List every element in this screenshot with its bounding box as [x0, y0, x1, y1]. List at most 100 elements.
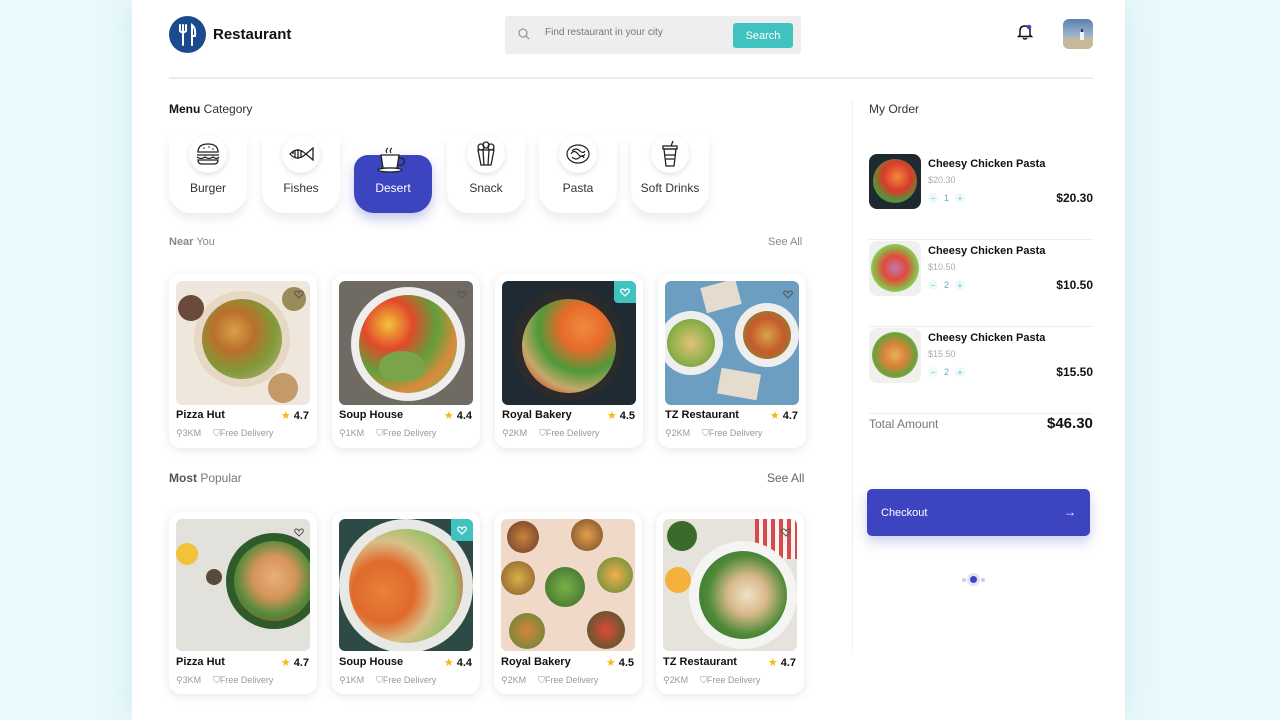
restaurant-meta: ⚲2KM ⛉Free Delivery — [502, 428, 600, 438]
star-icon: ★ — [280, 410, 291, 422]
category-pasta[interactable]: Pasta — [539, 135, 617, 213]
order-item-name: Cheesy Chicken Pasta — [928, 332, 1046, 344]
order-item-total: $10.50 — [1056, 278, 1093, 292]
restaurant-name: Royal Bakery — [502, 409, 572, 421]
favorite-heart-icon[interactable] — [778, 524, 794, 540]
user-avatar[interactable] — [1063, 19, 1093, 49]
quantity-stepper: − 2 + — [928, 280, 966, 290]
search-bar: Search — [505, 16, 801, 54]
restaurant-meta: ⚲3KM ⛉Free Delivery — [176, 428, 274, 438]
pagination-dot-active[interactable] — [970, 576, 977, 583]
restaurant-card[interactable]: TZ Restaurant ★ 4.7 ⚲2KM ⛉Free Delivery — [656, 512, 804, 694]
star-icon: ★ — [767, 657, 778, 669]
increase-quantity-button[interactable]: + — [955, 193, 966, 203]
burger-icon — [189, 135, 227, 173]
quantity-stepper: − 1 + — [928, 193, 966, 203]
most-popular-see-all-link[interactable]: See All — [767, 471, 804, 485]
total-amount-label: Total Amount — [869, 417, 939, 431]
arrow-right-icon: → — [1064, 505, 1076, 519]
favorite-heart-icon[interactable] — [291, 286, 307, 302]
order-item-thumbnail — [869, 154, 921, 209]
category-label: Fishes — [283, 181, 319, 195]
search-button[interactable]: Search — [733, 23, 793, 48]
restaurant-card[interactable]: Pizza Hut ★ 4.7 ⚲3KM ⛉Free Delivery — [169, 274, 317, 448]
order-item-quantity: 2 — [944, 280, 950, 290]
star-icon: ★ — [769, 410, 780, 422]
restaurant-rating: ★ 4.7 — [280, 657, 309, 669]
order-item-quantity: 1 — [944, 193, 950, 203]
restaurant-card[interactable]: Soup House ★ 4.4 ⚲1KM ⛉Free Delivery — [332, 512, 480, 694]
order-item-quantity: 2 — [944, 367, 950, 377]
search-input[interactable] — [545, 27, 725, 38]
order-item-unit-price: $15.50 — [928, 349, 956, 359]
order-item: Cheesy Chicken Pasta $20.30 − 1 + $20.30 — [869, 154, 1093, 240]
restaurant-name: Pizza Hut — [176, 409, 225, 421]
restaurant-name: TZ Restaurant — [665, 409, 739, 421]
near-you-see-all-link[interactable]: See All — [768, 236, 802, 248]
food-image — [501, 519, 635, 651]
restaurant-logo[interactable] — [169, 16, 206, 53]
category-label: Desert — [375, 181, 411, 195]
category-label: Soft Drinks — [640, 181, 700, 195]
category-fishes[interactable]: Fishes — [262, 135, 340, 213]
favorite-heart-icon[interactable] — [454, 286, 470, 302]
restaurant-card[interactable]: Soup House ★ 4.4 ⚲1KM ⛉Free Delivery — [332, 274, 480, 448]
total-amount-value: $46.30 — [1047, 415, 1093, 432]
star-icon: ★ — [606, 410, 617, 422]
pasta-icon — [559, 135, 597, 173]
pagination-dot[interactable] — [962, 577, 966, 582]
food-image — [339, 281, 473, 405]
decrease-quantity-button[interactable]: − — [928, 193, 938, 203]
restaurant-rating: ★ 4.5 — [605, 657, 634, 669]
order-item-unit-price: $20.30 — [928, 175, 956, 185]
decrease-quantity-button[interactable]: − — [928, 280, 938, 290]
food-image — [176, 519, 310, 651]
restaurant-card[interactable]: Royal Bakery ★ 4.5 ⚲2KM ⛉Free Delivery — [494, 512, 642, 694]
favorite-heart-icon[interactable] — [780, 286, 796, 302]
category-soft-drinks[interactable]: Soft Drinks — [631, 135, 709, 213]
restaurant-name: Pizza Hut — [176, 656, 225, 668]
restaurant-meta: ⚲2KM ⛉Free Delivery — [663, 675, 761, 685]
restaurant-meta: ⚲2KM ⛉Free Delivery — [501, 675, 599, 685]
star-icon: ★ — [443, 657, 454, 669]
pagination-dots — [962, 576, 985, 583]
order-item-total: $15.50 — [1056, 365, 1093, 379]
menu-category-title: Menu Category — [169, 102, 253, 116]
near-you-title: Near You — [169, 236, 215, 248]
restaurant-card[interactable]: Pizza Hut ★ 4.7 ⚲3KM ⛉Free Delivery — [169, 512, 317, 694]
fork-knife-icon — [178, 22, 196, 46]
category-desert[interactable]: Desert — [354, 147, 432, 213]
category-snack[interactable]: Snack — [447, 135, 525, 213]
restaurant-rating: ★ 4.4 — [443, 410, 472, 422]
favorite-heart-icon[interactable] — [291, 524, 307, 540]
order-item-total: $20.30 — [1056, 191, 1093, 205]
popcorn-icon — [467, 135, 505, 173]
category-burger[interactable]: Burger — [169, 135, 247, 213]
restaurant-card[interactable]: Royal Bakery ★ 4.5 ⚲2KM ⛉Free Delivery — [495, 274, 643, 448]
order-item-thumbnail — [869, 241, 921, 296]
checkout-button[interactable]: Checkout → — [867, 489, 1090, 536]
food-image — [665, 281, 799, 405]
category-label: Burger — [189, 181, 227, 195]
favorite-heart-icon[interactable] — [451, 519, 473, 541]
my-order-title: My Order — [869, 102, 920, 116]
notification-bell-icon[interactable] — [1017, 23, 1033, 41]
restaurant-rating: ★ 4.7 — [767, 657, 796, 669]
order-item-unit-price: $10.50 — [928, 262, 956, 272]
increase-quantity-button[interactable]: + — [955, 367, 966, 377]
order-item-thumbnail — [869, 328, 921, 383]
category-label: Snack — [469, 181, 503, 195]
order-item-name: Cheesy Chicken Pasta — [928, 245, 1046, 257]
restaurant-meta: ⚲2KM ⛉Free Delivery — [665, 428, 763, 438]
favorite-heart-icon[interactable] — [614, 281, 636, 303]
category-label: Pasta — [562, 181, 594, 195]
app-page: Restaurant Search Menu Category Burger F — [132, 0, 1125, 720]
restaurant-meta: ⚲1KM ⛉Free Delivery — [339, 675, 437, 685]
decrease-quantity-button[interactable]: − — [928, 367, 938, 377]
restaurant-meta: ⚲3KM ⛉Free Delivery — [176, 675, 274, 685]
restaurant-card[interactable]: TZ Restaurant ★ 4.7 ⚲2KM ⛉Free Delivery — [658, 274, 806, 448]
increase-quantity-button[interactable]: + — [955, 280, 966, 290]
checkout-label: Checkout — [881, 507, 928, 519]
pagination-dot[interactable] — [981, 577, 985, 582]
header-divider — [169, 77, 1093, 79]
